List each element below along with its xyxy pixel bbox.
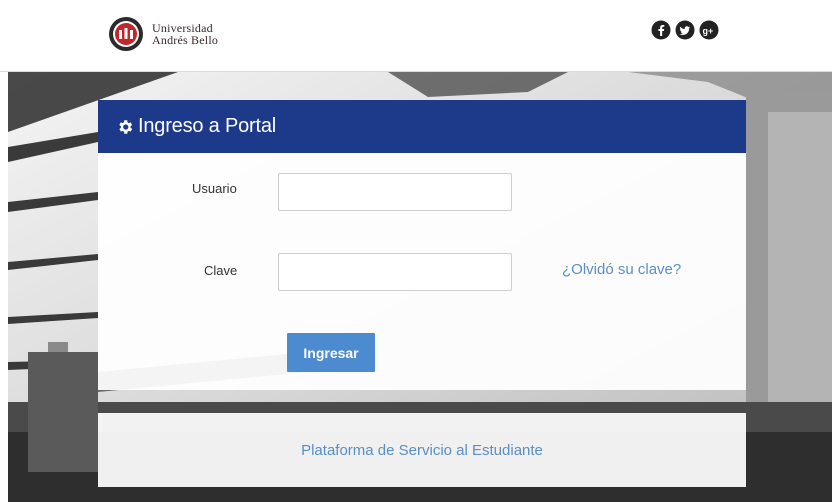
login-title: Ingreso a Portal (138, 115, 276, 137)
google-plus-icon[interactable]: g+ (698, 19, 720, 41)
forgot-password-link[interactable]: ¿Olvidó su clave? (562, 261, 681, 278)
university-seal-icon (109, 17, 143, 51)
social-links: g+ (650, 19, 720, 41)
login-button[interactable]: Ingresar (287, 333, 375, 372)
svg-text:g+: g+ (703, 26, 714, 36)
logo-text: Universidad Andrés Bello (152, 22, 218, 46)
student-platform-link[interactable]: Plataforma de Servicio al Estudiante (301, 442, 543, 459)
password-label: Clave (204, 263, 238, 278)
login-panel-header: Ingreso a Portal (98, 100, 746, 153)
password-input[interactable] (278, 253, 512, 291)
gear-icon (119, 119, 133, 134)
university-logo[interactable]: Universidad Andrés Bello (108, 14, 218, 54)
twitter-icon[interactable] (674, 19, 696, 41)
login-panel: Ingreso a Portal Usuario Clave ¿Olvidó s… (98, 100, 746, 390)
site-header: Universidad Andrés Bello g+ (0, 0, 832, 72)
username-label: Usuario (192, 181, 237, 196)
logo-line-2: Andrés Bello (152, 33, 219, 47)
username-input[interactable] (278, 173, 512, 211)
facebook-icon[interactable] (650, 19, 672, 41)
student-platform-panel: Plataforma de Servicio al Estudiante (98, 413, 746, 487)
